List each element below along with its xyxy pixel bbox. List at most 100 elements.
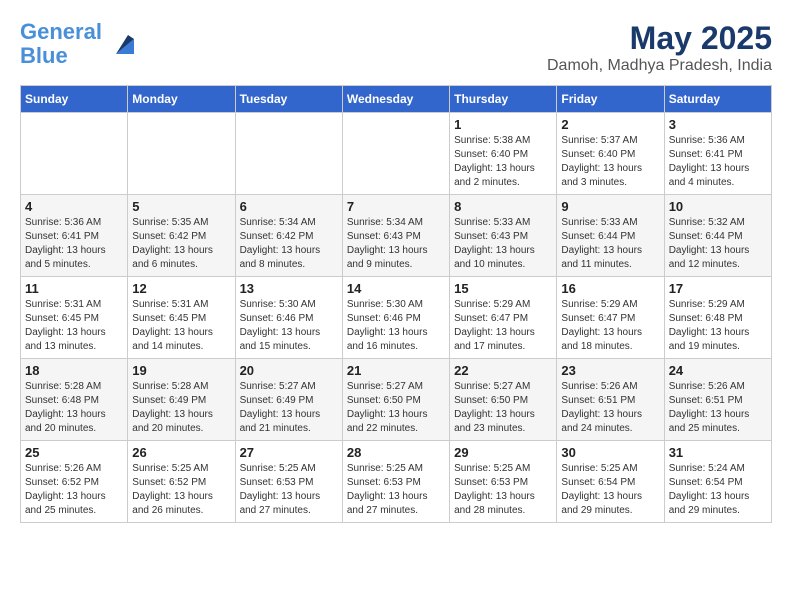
- day-info: Sunrise: 5:31 AM Sunset: 6:45 PM Dayligh…: [132, 298, 230, 354]
- day-number: 1: [454, 117, 552, 132]
- calendar-cell: 18 Sunrise: 5:28 AM Sunset: 6:48 PM Dayli…: [21, 359, 128, 441]
- weekday-header-row: SundayMondayTuesdayWednesdayThursdayFrid…: [21, 86, 772, 113]
- day-number: 27: [240, 445, 338, 460]
- calendar-cell: 13 Sunrise: 5:30 AM Sunset: 6:46 PM Dayli…: [235, 277, 342, 359]
- weekday-header-friday: Friday: [557, 86, 664, 113]
- day-info: Sunrise: 5:29 AM Sunset: 6:48 PM Dayligh…: [669, 298, 767, 354]
- day-info: Sunrise: 5:28 AM Sunset: 6:49 PM Dayligh…: [132, 380, 230, 436]
- weekday-header-thursday: Thursday: [450, 86, 557, 113]
- day-number: 3: [669, 117, 767, 132]
- day-info: Sunrise: 5:37 AM Sunset: 6:40 PM Dayligh…: [561, 134, 659, 190]
- day-number: 26: [132, 445, 230, 460]
- day-info: Sunrise: 5:38 AM Sunset: 6:40 PM Dayligh…: [454, 134, 552, 190]
- weekday-header-sunday: Sunday: [21, 86, 128, 113]
- calendar-cell: 28 Sunrise: 5:25 AM Sunset: 6:53 PM Dayli…: [342, 441, 449, 523]
- weekday-header-saturday: Saturday: [664, 86, 771, 113]
- weekday-header-monday: Monday: [128, 86, 235, 113]
- calendar-cell: 9Sunrise: 5:33 AM Sunset: 6:44 PM Daylig…: [557, 195, 664, 277]
- day-number: 12: [132, 281, 230, 296]
- calendar-cell: 3 Sunrise: 5:36 AM Sunset: 6:41 PM Daylig…: [664, 113, 771, 195]
- day-info: Sunrise: 5:36 AM Sunset: 6:41 PM Dayligh…: [669, 134, 767, 190]
- day-info: Sunrise: 5:26 AM Sunset: 6:52 PM Dayligh…: [25, 462, 123, 518]
- day-number: 5: [132, 199, 230, 214]
- calendar-cell: 15Sunrise: 5:29 AM Sunset: 6:47 PM Dayli…: [450, 277, 557, 359]
- day-info: Sunrise: 5:36 AM Sunset: 6:41 PM Dayligh…: [25, 216, 123, 272]
- day-number: 17: [669, 281, 767, 296]
- calendar-cell: 10 Sunrise: 5:32 AM Sunset: 6:44 PM Dayli…: [664, 195, 771, 277]
- calendar-cell: 8 Sunrise: 5:33 AM Sunset: 6:43 PM Daylig…: [450, 195, 557, 277]
- day-number: 24: [669, 363, 767, 378]
- calendar-cell: 5Sunrise: 5:35 AM Sunset: 6:42 PM Daylig…: [128, 195, 235, 277]
- day-info: Sunrise: 5:25 AM Sunset: 6:54 PM Dayligh…: [561, 462, 659, 518]
- day-number: 25: [25, 445, 123, 460]
- day-number: 15: [454, 281, 552, 296]
- week-row-4: 18 Sunrise: 5:28 AM Sunset: 6:48 PM Dayli…: [21, 359, 772, 441]
- calendar-cell: 26 Sunrise: 5:25 AM Sunset: 6:52 PM Dayli…: [128, 441, 235, 523]
- day-info: Sunrise: 5:28 AM Sunset: 6:48 PM Dayligh…: [25, 380, 123, 436]
- day-info: Sunrise: 5:29 AM Sunset: 6:47 PM Dayligh…: [561, 298, 659, 354]
- day-number: 16: [561, 281, 659, 296]
- day-number: 7: [347, 199, 445, 214]
- day-info: Sunrise: 5:33 AM Sunset: 6:43 PM Dayligh…: [454, 216, 552, 272]
- calendar-body: 1 Sunrise: 5:38 AM Sunset: 6:40 PM Daylig…: [21, 113, 772, 523]
- day-number: 19: [132, 363, 230, 378]
- calendar-cell: [235, 113, 342, 195]
- day-info: Sunrise: 5:34 AM Sunset: 6:42 PM Dayligh…: [240, 216, 338, 272]
- day-info: Sunrise: 5:25 AM Sunset: 6:52 PM Dayligh…: [132, 462, 230, 518]
- calendar-subtitle: Damoh, Madhya Pradesh, India: [547, 57, 772, 75]
- day-info: Sunrise: 5:30 AM Sunset: 6:46 PM Dayligh…: [347, 298, 445, 354]
- calendar-cell: 17 Sunrise: 5:29 AM Sunset: 6:48 PM Dayli…: [664, 277, 771, 359]
- calendar-cell: 27 Sunrise: 5:25 AM Sunset: 6:53 PM Dayli…: [235, 441, 342, 523]
- day-info: Sunrise: 5:31 AM Sunset: 6:45 PM Dayligh…: [25, 298, 123, 354]
- day-info: Sunrise: 5:34 AM Sunset: 6:43 PM Dayligh…: [347, 216, 445, 272]
- title-block: May 2025 Damoh, Madhya Pradesh, India: [547, 20, 772, 75]
- day-info: Sunrise: 5:25 AM Sunset: 6:53 PM Dayligh…: [347, 462, 445, 518]
- day-number: 4: [25, 199, 123, 214]
- calendar-cell: 16 Sunrise: 5:29 AM Sunset: 6:47 PM Dayli…: [557, 277, 664, 359]
- day-number: 18: [25, 363, 123, 378]
- calendar-cell: 22 Sunrise: 5:27 AM Sunset: 6:50 PM Dayli…: [450, 359, 557, 441]
- week-row-1: 1 Sunrise: 5:38 AM Sunset: 6:40 PM Daylig…: [21, 113, 772, 195]
- day-number: 14: [347, 281, 445, 296]
- day-number: 30: [561, 445, 659, 460]
- calendar-cell: 19 Sunrise: 5:28 AM Sunset: 6:49 PM Dayli…: [128, 359, 235, 441]
- calendar-cell: 11 Sunrise: 5:31 AM Sunset: 6:45 PM Dayli…: [21, 277, 128, 359]
- calendar-cell: 1 Sunrise: 5:38 AM Sunset: 6:40 PM Daylig…: [450, 113, 557, 195]
- day-number: 10: [669, 199, 767, 214]
- page-header: General Blue May 2025 Damoh, Madhya Prad…: [20, 20, 772, 75]
- day-info: Sunrise: 5:24 AM Sunset: 6:54 PM Dayligh…: [669, 462, 767, 518]
- calendar-title: May 2025: [547, 20, 772, 57]
- weekday-header-wednesday: Wednesday: [342, 86, 449, 113]
- day-number: 13: [240, 281, 338, 296]
- day-number: 20: [240, 363, 338, 378]
- calendar-table: SundayMondayTuesdayWednesdayThursdayFrid…: [20, 85, 772, 523]
- day-number: 11: [25, 281, 123, 296]
- day-number: 8: [454, 199, 552, 214]
- week-row-3: 11 Sunrise: 5:31 AM Sunset: 6:45 PM Dayli…: [21, 277, 772, 359]
- calendar-cell: 25 Sunrise: 5:26 AM Sunset: 6:52 PM Dayli…: [21, 441, 128, 523]
- day-number: 2: [561, 117, 659, 132]
- calendar-cell: 7 Sunrise: 5:34 AM Sunset: 6:43 PM Daylig…: [342, 195, 449, 277]
- day-info: Sunrise: 5:27 AM Sunset: 6:50 PM Dayligh…: [454, 380, 552, 436]
- day-number: 6: [240, 199, 338, 214]
- logo-text: General Blue: [20, 20, 102, 68]
- day-number: 29: [454, 445, 552, 460]
- calendar-cell: [342, 113, 449, 195]
- day-number: 21: [347, 363, 445, 378]
- day-number: 28: [347, 445, 445, 460]
- calendar-cell: 12 Sunrise: 5:31 AM Sunset: 6:45 PM Dayli…: [128, 277, 235, 359]
- calendar-cell: 30 Sunrise: 5:25 AM Sunset: 6:54 PM Dayli…: [557, 441, 664, 523]
- week-row-2: 4 Sunrise: 5:36 AM Sunset: 6:41 PM Daylig…: [21, 195, 772, 277]
- week-row-5: 25 Sunrise: 5:26 AM Sunset: 6:52 PM Dayli…: [21, 441, 772, 523]
- day-info: Sunrise: 5:26 AM Sunset: 6:51 PM Dayligh…: [669, 380, 767, 436]
- weekday-header-tuesday: Tuesday: [235, 86, 342, 113]
- day-info: Sunrise: 5:26 AM Sunset: 6:51 PM Dayligh…: [561, 380, 659, 436]
- logo-icon: [106, 29, 136, 59]
- day-number: 22: [454, 363, 552, 378]
- calendar-cell: [21, 113, 128, 195]
- day-info: Sunrise: 5:30 AM Sunset: 6:46 PM Dayligh…: [240, 298, 338, 354]
- day-info: Sunrise: 5:33 AM Sunset: 6:44 PM Dayligh…: [561, 216, 659, 272]
- day-info: Sunrise: 5:32 AM Sunset: 6:44 PM Dayligh…: [669, 216, 767, 272]
- day-info: Sunrise: 5:25 AM Sunset: 6:53 PM Dayligh…: [240, 462, 338, 518]
- day-info: Sunrise: 5:27 AM Sunset: 6:49 PM Dayligh…: [240, 380, 338, 436]
